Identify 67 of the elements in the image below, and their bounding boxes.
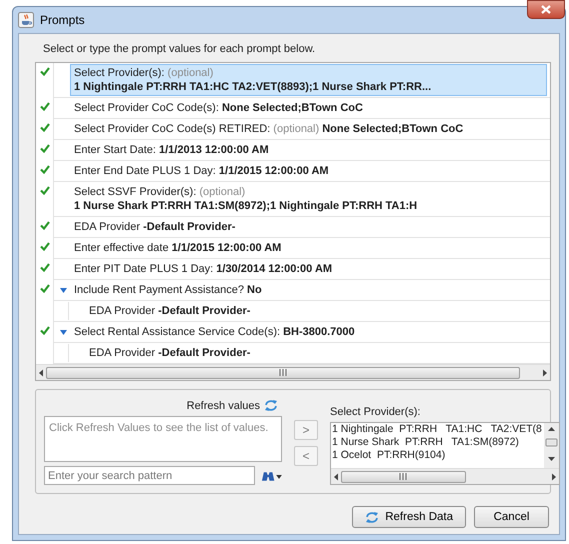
prompt-item[interactable]: Include Rent Payment Assistance? No [70, 281, 547, 299]
prompt-value: No [247, 283, 262, 297]
refresh-data-button[interactable]: Refresh Data [352, 506, 466, 528]
grip-icon [279, 369, 288, 376]
prompt-value: None Selected;BTown CoC [222, 101, 363, 115]
prompt-label: Enter PIT Date PLUS 1 Day: [74, 263, 214, 275]
prompt-value: -Default Provider- [158, 346, 250, 360]
prompt-label: EDA Provider [74, 221, 140, 233]
prompt-label: Select Provider CoC Code(s) RETIRED: [74, 123, 270, 135]
list-item[interactable]: 1 Ocelot PT:RRH(9104) [332, 449, 543, 462]
prompt-label: EDA Provider [89, 347, 156, 359]
horizontal-scrollbar[interactable] [331, 468, 559, 484]
add-button[interactable]: > [294, 420, 318, 440]
list-item[interactable]: 1 Nightingale PT:RRH TA1:HC TA2:VET(8 [332, 423, 543, 436]
prompt-value: None Selected;BTown CoC [322, 122, 464, 136]
prompt-value: 1 Nightingale PT:RRH TA1:HC TA2:VET(8893);1 Nurse Shark PT:RR... [74, 80, 432, 94]
prompt-value: 1/1/2015 12:00:00 AM [172, 241, 282, 255]
prompt-item[interactable]: Select Provider CoC Code(s) RETIRED: (optional) None Selected;BTown CoC [70, 120, 547, 138]
app-icon [18, 12, 34, 28]
prompt-item[interactable]: EDA Provider -Default Provider- [70, 218, 547, 236]
refresh-values-label: Refresh values [186, 400, 260, 412]
prompt-item[interactable]: EDA Provider -Default Provider- [85, 344, 254, 362]
cancel-button[interactable]: Cancel [474, 506, 549, 528]
prompt-label: Select Provider(s): [74, 67, 164, 79]
prompt-item[interactable]: Enter PIT Date PLUS 1 Day: 1/30/2014 12:00:00 AM [70, 260, 547, 278]
close-button[interactable] [527, 0, 565, 19]
prompt-value: -Default Provider- [158, 304, 250, 318]
prompt-label: Enter End Date PLUS 1 Day: [74, 165, 216, 177]
selected-values-label: Select Provider(s): [330, 406, 422, 418]
prompt-item[interactable]: Enter Start Date: 1/1/2013 12:00:00 AM [70, 141, 547, 159]
horizontal-scrollbar[interactable] [36, 364, 550, 380]
instruction-text: Select or type the prompt values for each prompt below. [42, 42, 316, 57]
refresh-icon [365, 510, 380, 524]
grip-icon [399, 473, 408, 480]
optional-hint: (optional) [168, 67, 214, 79]
prompt-label: Select Provider CoC Code(s): [74, 102, 219, 114]
prompt-item[interactable]: Select Provider(s): (optional) 1 Nightingale PT:RRH TA1:HC TA2:VET(8893);1 Nurse Shark PT:RR... [70, 64, 547, 96]
optional-hint: (optional) [199, 186, 246, 198]
prompt-value: -Default Provider- [143, 220, 236, 234]
search-field[interactable]: Enter your search pattern [44, 466, 256, 485]
prompt-item[interactable]: Enter effective date 1/1/2015 12:00:00 AM [70, 239, 547, 257]
prompt-label: Include Rent Payment Assistance? [74, 284, 244, 296]
prompt-item[interactable]: EDA Provider -Default Provider- [85, 302, 254, 320]
prompt-value: 1/1/2013 12:00:00 AM [159, 143, 269, 157]
prompt-value: 1/1/2015 12:00:00 AM [218, 164, 329, 178]
prompt-value: 1/30/2014 12:00:00 AM [216, 262, 332, 276]
prompt-item[interactable]: Select SSVF Provider(s): (optional) 1 Nurse Shark PT:RRH TA1:SM(8972);1 Nightingale PT:RRH TA1:H [70, 183, 547, 215]
prompt-label: Enter Start Date: [74, 144, 156, 156]
prompt-value: BH-3800.7000 [283, 325, 355, 339]
binoculars-icon[interactable] [261, 470, 282, 482]
prompt-value: 1 Nurse Shark PT:RRH TA1:SM(8972);1 Nightingale PT:RRH TA1:H [74, 199, 418, 213]
prompt-item[interactable]: Select Rental Assistance Service Code(s): BH-3800.7000 [70, 323, 547, 341]
vertical-scrollbar[interactable] [544, 423, 559, 468]
optional-hint: (optional) [273, 123, 320, 135]
prompt-label: Enter effective date [74, 242, 169, 254]
prompt-label: EDA Provider [89, 305, 156, 317]
expand-icon[interactable] [60, 288, 66, 292]
window-title: Prompts [40, 13, 85, 27]
prompt-label: Select Rental Assistance Service Code(s): [74, 326, 280, 338]
prompt-item[interactable]: Select Provider CoC Code(s): None Selected;BTown CoC [70, 99, 547, 117]
remove-button[interactable]: < [294, 446, 318, 466]
prompt-item[interactable]: Enter End Date PLUS 1 Day: 1/1/2015 12:00:00 AM [70, 162, 547, 180]
expand-icon[interactable] [60, 330, 66, 334]
close-icon [541, 5, 551, 14]
list-item[interactable]: 1 Nurse Shark PT:RRH TA1:SM(8972) [332, 436, 543, 449]
prompt-label: Select SSVF Provider(s): [74, 186, 196, 198]
refresh-icon[interactable] [264, 399, 278, 412]
